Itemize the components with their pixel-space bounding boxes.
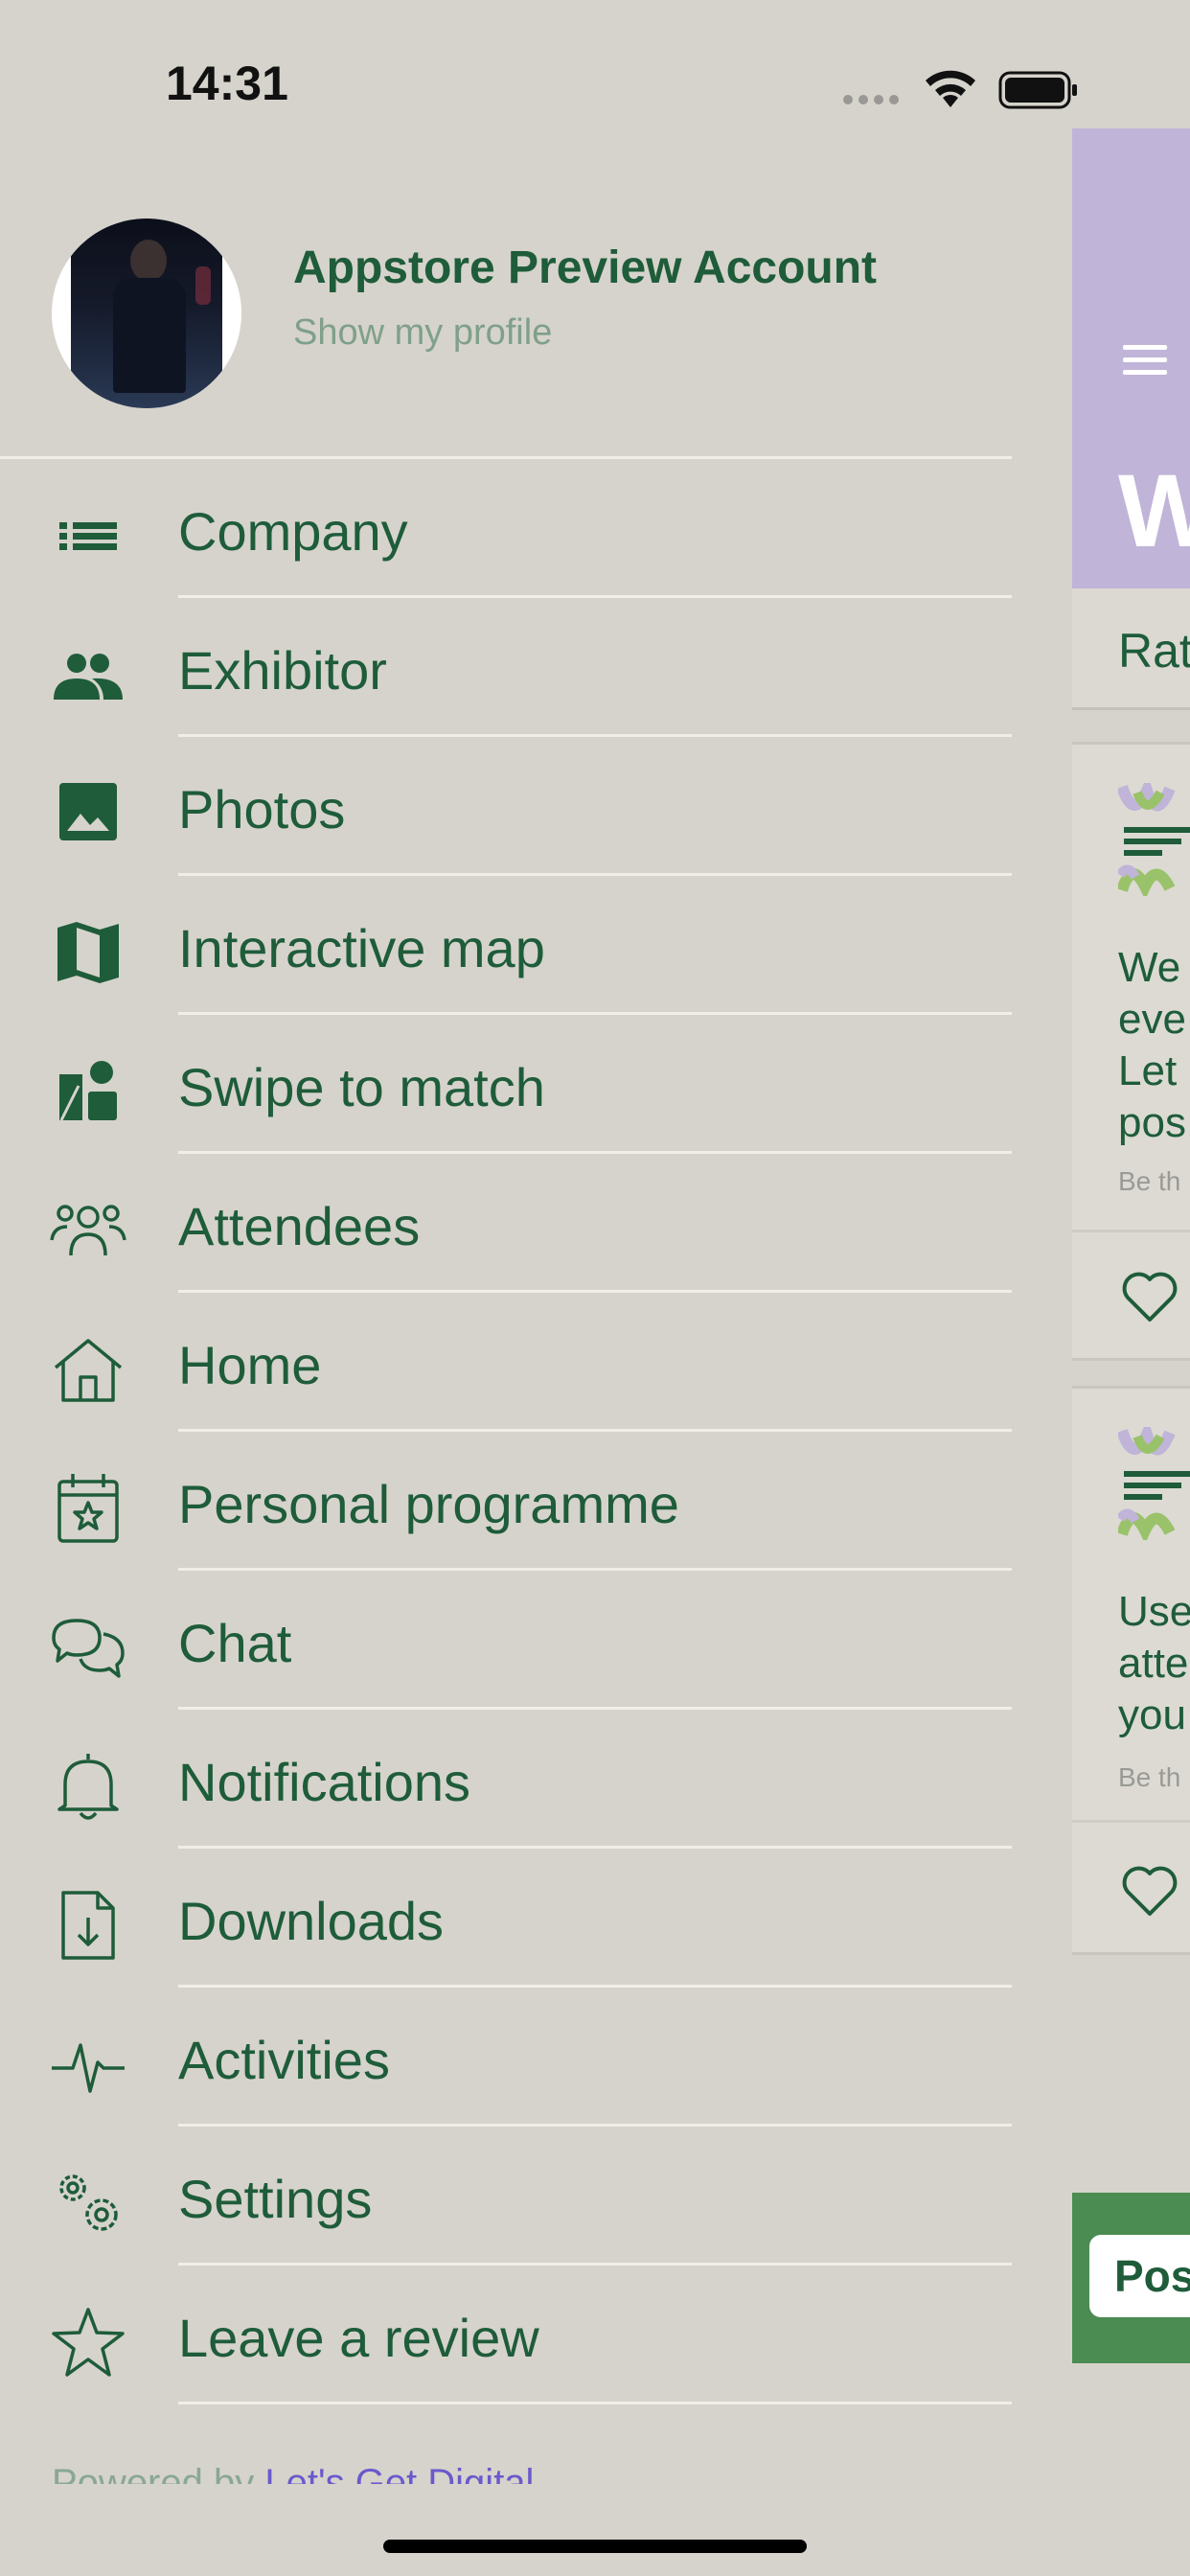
card-actions — [1072, 1820, 1190, 1823]
menu-item-label: Interactive map — [178, 918, 545, 978]
gears-icon — [59, 2174, 118, 2231]
card-actions — [1072, 1230, 1190, 1232]
card-text: We eve Let pos — [1118, 944, 1186, 1146]
profile-name: Appstore Preview Account — [293, 242, 878, 293]
menu-item-swipe-to-match[interactable]: Swipe to match — [0, 1015, 1012, 1154]
menu-item-label: Notifications — [178, 1752, 471, 1812]
avatar[interactable] — [52, 218, 241, 408]
menu-item-label: Swipe to match — [178, 1057, 545, 1117]
shapes-icon — [59, 1061, 117, 1121]
menu-item-label: Attendees — [178, 1196, 421, 1256]
list-icon — [59, 522, 117, 550]
divider — [178, 2402, 1012, 2404]
home-indicator[interactable] — [383, 2540, 807, 2553]
menu-item-home[interactable]: Home — [0, 1293, 1012, 1432]
menu-item-label: Downloads — [178, 1891, 445, 1951]
menu-item-label: Personal programme — [178, 1474, 679, 1534]
tab-rating[interactable]: Rat — [1118, 623, 1190, 678]
calendar-star-icon — [57, 1474, 119, 1543]
status-bar: 14:31 — [0, 0, 1190, 125]
download-file-icon — [61, 1891, 115, 1960]
drawer-menu: Company Exhibitor Photos Interactive map — [0, 459, 1012, 2404]
attendees-icon — [50, 1205, 126, 1256]
clock: 14:31 — [166, 57, 288, 110]
menu-item-label: Settings — [178, 2169, 373, 2229]
cellular-signal-icon — [843, 92, 904, 109]
card-meta: Be th — [1118, 1762, 1181, 1792]
profile-header[interactable]: Appstore Preview Account Show my profile — [0, 211, 1012, 456]
menu-item-exhibitor[interactable]: Exhibitor — [0, 598, 1012, 737]
menu-item-label: Photos — [178, 779, 346, 840]
menu-item-interactive-map[interactable]: Interactive map — [0, 876, 1012, 1015]
menu-item-label: Exhibitor — [178, 640, 387, 701]
conference-logo-icon — [1118, 783, 1190, 896]
page-header: W — [1072, 128, 1190, 588]
post-button[interactable]: Pos — [1089, 2235, 1190, 2317]
feed-card[interactable]: We eve Let pos Be th — [1072, 742, 1190, 1361]
bell-icon — [57, 1754, 119, 1820]
show-profile-link[interactable]: Show my profile — [293, 312, 552, 354]
menu-item-photos[interactable]: Photos — [0, 737, 1012, 876]
image-icon — [59, 783, 117, 840]
feed-card[interactable]: Use atte you Be th — [1072, 1386, 1190, 1955]
heart-icon[interactable] — [1120, 1268, 1179, 1323]
page-title: W — [1118, 452, 1190, 568]
powered-by-text: Powered by — [52, 2462, 265, 2484]
menu-item-leave-review[interactable]: Leave a review — [0, 2266, 1012, 2404]
activity-icon — [52, 2043, 125, 2093]
menu-item-attendees[interactable]: Attendees — [0, 1154, 1012, 1293]
card-meta: Be th — [1118, 1166, 1181, 1196]
menu-item-notifications[interactable]: Notifications — [0, 1710, 1012, 1849]
heart-icon[interactable] — [1120, 1862, 1179, 1918]
menu-item-label: Home — [178, 1335, 322, 1395]
home-icon — [54, 1339, 123, 1402]
menu-item-activities[interactable]: Activities — [0, 1988, 1012, 2127]
card-text: Use atte you — [1118, 1588, 1190, 1738]
menu-item-label: Activities — [178, 2030, 390, 2090]
avatar-photo — [71, 218, 222, 408]
hamburger-menu-icon[interactable] — [1123, 345, 1167, 382]
wifi-icon — [926, 70, 975, 107]
menu-item-label: Company — [178, 501, 408, 562]
menu-item-company[interactable]: Company — [0, 459, 1012, 598]
menu-item-personal-programme[interactable]: Personal programme — [0, 1432, 1012, 1571]
star-icon — [52, 2308, 125, 2377]
background-page: W Rat We eve Let pos Be th Use atte you … — [1072, 128, 1190, 2576]
battery-icon — [998, 71, 1077, 109]
map-icon — [57, 922, 119, 983]
menu-item-label: Leave a review — [178, 2308, 539, 2368]
powered-by-link[interactable]: Let's Get Digital — [264, 2462, 534, 2484]
menu-item-chat[interactable]: Chat — [0, 1571, 1012, 1710]
post-bar: Pos — [1072, 2193, 1190, 2363]
powered-by: Powered by Let's Get Digital — [52, 2459, 534, 2484]
menu-item-downloads[interactable]: Downloads — [0, 1849, 1012, 1988]
chat-icon — [52, 1619, 125, 1678]
people-icon — [54, 654, 123, 700]
conference-logo-icon — [1118, 1427, 1190, 1540]
menu-item-settings[interactable]: Settings — [0, 2127, 1012, 2266]
menu-item-label: Chat — [178, 1613, 292, 1673]
